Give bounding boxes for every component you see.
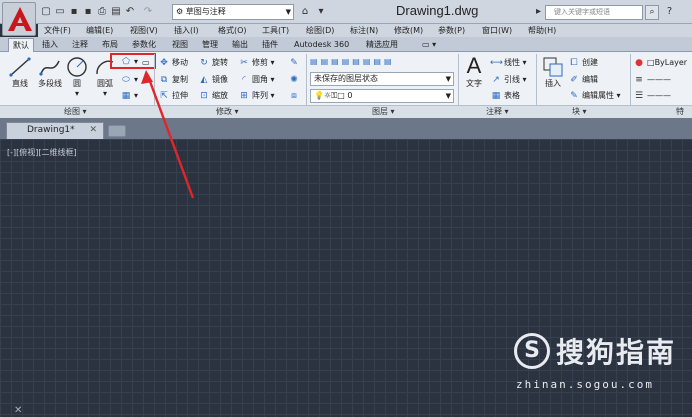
application-menu-button[interactable]	[2, 2, 36, 36]
sogou-watermark: S 搜狗指南 zhinan.sogou.com	[510, 329, 690, 409]
watermark-url: zhinan.sogou.com	[516, 378, 654, 391]
sogou-logo-icon: S	[514, 333, 550, 369]
autocad-logo-icon	[8, 7, 32, 31]
watermark-brand: 搜狗指南	[556, 336, 677, 369]
